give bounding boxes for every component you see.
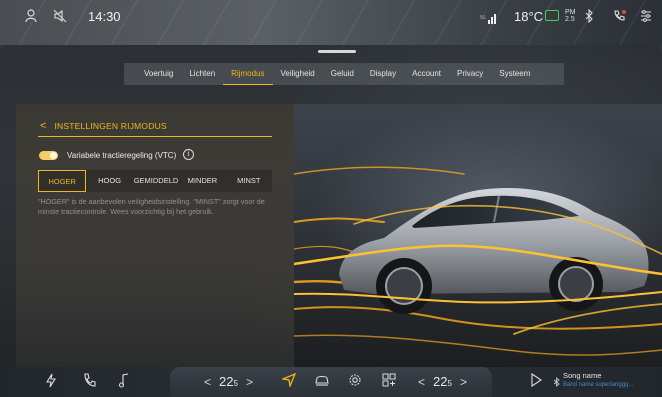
charging-icon[interactable] xyxy=(45,373,57,391)
segment-gemiddeld[interactable]: GEMIDDELD xyxy=(133,170,179,192)
settings-tabs: Voertuig Lichten Rijmodus Veiligheid Gel… xyxy=(124,63,564,85)
tab-account[interactable]: Account xyxy=(404,63,449,85)
passenger-temp-down-button[interactable]: < xyxy=(418,375,425,389)
now-playing[interactable]: Song name Band name superlanggg... xyxy=(563,371,633,388)
tab-veiligheid[interactable]: Veiligheid xyxy=(273,63,323,85)
air-quality-indicator: PM 2.5 xyxy=(565,9,576,23)
battery-icon xyxy=(545,10,559,21)
tab-display[interactable]: Display xyxy=(362,63,404,85)
driver-temp-up-button[interactable]: > xyxy=(246,375,253,389)
segment-hoog[interactable]: HOOG xyxy=(86,170,132,192)
segment-hoger[interactable]: HOGER xyxy=(38,170,87,192)
pm-value: 2.5 xyxy=(565,16,575,23)
car-illustration xyxy=(294,104,662,367)
tab-systeem[interactable]: Systeem xyxy=(491,63,538,85)
driver-temp-down-button[interactable]: < xyxy=(204,375,211,389)
driver-temperature-control: < 225 > xyxy=(204,374,253,389)
tab-rijmodus[interactable]: Rijmodus xyxy=(223,63,273,85)
svg-text:5G: 5G xyxy=(480,15,486,20)
vtc-toggle[interactable] xyxy=(39,151,58,160)
driver-temp-integer: 22 xyxy=(219,374,234,389)
passenger-temp-decimal: 5 xyxy=(447,379,452,388)
user-icon[interactable] xyxy=(25,9,37,26)
tab-geluid[interactable]: Geluid xyxy=(323,63,362,85)
passenger-temp-integer: 22 xyxy=(433,374,448,389)
driver-temp-decimal: 5 xyxy=(233,379,238,388)
climate-dock: < 225 > < 225 > xyxy=(170,367,492,397)
tab-voertuig[interactable]: Voertuig xyxy=(136,63,181,85)
back-button[interactable]: < INSTELLINGEN RIJMODUS xyxy=(40,120,167,132)
settings-gear-icon[interactable] xyxy=(348,373,362,392)
tab-lichten[interactable]: Lichten xyxy=(181,63,223,85)
play-icon[interactable] xyxy=(530,372,542,390)
pm-label: PM xyxy=(565,9,576,16)
navigation-icon[interactable] xyxy=(280,372,297,392)
panel-drag-handle[interactable] xyxy=(318,50,356,53)
drive-mode-settings-pane xyxy=(16,104,294,367)
vtc-label: Variabele tractieregeling (VTC) xyxy=(67,151,177,160)
bluetooth-media-icon xyxy=(553,375,560,390)
mute-icon[interactable] xyxy=(53,9,67,26)
vtc-hint-text: "HOGER" is de aanbevolen veiligheidsinst… xyxy=(38,197,265,216)
segment-minst[interactable]: MINST xyxy=(226,170,272,192)
apps-grid-icon[interactable] xyxy=(382,373,396,392)
song-name: Song name xyxy=(563,371,602,380)
outside-temperature: 18°C xyxy=(514,9,544,24)
chevron-left-icon: < xyxy=(40,120,47,132)
info-icon[interactable]: i xyxy=(183,149,194,160)
page-title: INSTELLINGEN RIJMODUS xyxy=(54,121,167,131)
phone-icon[interactable] xyxy=(82,373,96,391)
media-dock: Song name Band name superlanggg... xyxy=(492,367,662,397)
sliders-icon[interactable] xyxy=(640,9,652,26)
tab-privacy[interactable]: Privacy xyxy=(449,63,491,85)
segment-minder[interactable]: MINDER xyxy=(179,170,225,192)
clock: 14:30 xyxy=(88,9,121,24)
passenger-temperature-control: < 225 > xyxy=(418,374,467,389)
driver-temp-value: 225 xyxy=(219,374,238,389)
traction-level-selector: HOGER HOOG GEMIDDELD MINDER MINST xyxy=(38,170,272,192)
status-bar: 14:30 5G 18°C PM 2.5 xyxy=(0,0,662,34)
song-artist: Band name superlanggg... xyxy=(563,382,634,388)
title-underline xyxy=(38,136,272,137)
car-graphic xyxy=(294,166,662,356)
passenger-temp-up-button[interactable]: > xyxy=(460,375,467,389)
phone-notification-icon[interactable] xyxy=(612,9,626,26)
bluetooth-icon[interactable] xyxy=(584,8,594,26)
car-icon[interactable] xyxy=(314,374,330,392)
music-note-icon[interactable] xyxy=(118,373,130,391)
passenger-temp-value: 225 xyxy=(433,374,452,389)
signal-icon: 5G xyxy=(480,11,498,27)
